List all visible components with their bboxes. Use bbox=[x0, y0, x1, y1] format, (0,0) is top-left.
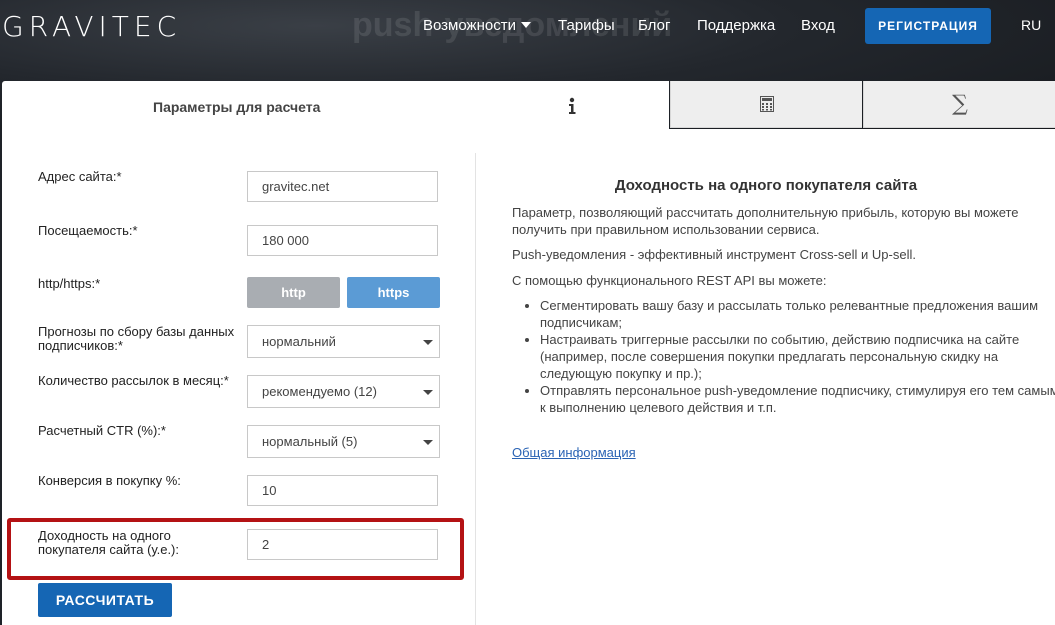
mailings-select[interactable]: рекомендуемо (12) bbox=[247, 375, 440, 408]
mailings-label: Количество рассылок в месяц:* bbox=[38, 373, 229, 388]
revenue-label: Доходность на одного покупателя сайта (у… bbox=[38, 528, 179, 557]
calculator-icon bbox=[759, 96, 774, 112]
info-title: Доходность на одного покупателя сайта bbox=[614, 177, 918, 194]
ctr-label: Расчетный CTR (%):* bbox=[38, 423, 166, 438]
tab-params-label: Параметры для расчета bbox=[153, 99, 321, 115]
https-button[interactable]: https bbox=[347, 277, 440, 308]
nav-features[interactable]: Возможности bbox=[423, 17, 531, 34]
panel-divider bbox=[475, 153, 476, 625]
protocol-label: http/https:* bbox=[38, 276, 101, 291]
mailings-select-value: рекомендуемо (12) bbox=[262, 384, 377, 399]
ctr-select[interactable]: нормальный (5) bbox=[247, 425, 440, 458]
site-input[interactable] bbox=[247, 171, 438, 202]
sigma-icon: ∑ bbox=[952, 91, 968, 117]
language-selector[interactable]: RU bbox=[1021, 17, 1041, 33]
general-info-link[interactable]: Общая информация bbox=[512, 445, 636, 460]
info-icon[interactable] bbox=[566, 96, 578, 116]
revenue-input[interactable] bbox=[247, 529, 438, 560]
header-hero: push-уведомлений GRAVITEC Возможности Та… bbox=[0, 0, 1055, 130]
conversion-label: Конверсия в покупку %: bbox=[38, 473, 181, 488]
nav-pricing[interactable]: Тарифы bbox=[558, 17, 615, 34]
forecast-select[interactable]: нормальний bbox=[247, 325, 440, 358]
nav-blog[interactable]: Блог bbox=[638, 17, 670, 34]
nav-support[interactable]: Поддержка bbox=[697, 17, 775, 34]
forecast-label: Прогнозы по сбору базы данных подписчико… bbox=[38, 324, 235, 353]
nav-features-label: Возможности bbox=[423, 17, 516, 34]
chevron-down-icon bbox=[423, 390, 433, 395]
list-item: Сегментировать вашу базу и рассылать тол… bbox=[540, 297, 1055, 331]
calculate-button[interactable]: РАССЧИТАТЬ bbox=[38, 583, 172, 617]
info-paragraph-2: Push-уведомления - эффективный инструмен… bbox=[512, 247, 916, 262]
nav-login[interactable]: Вход bbox=[801, 17, 835, 34]
tab-calculator[interactable] bbox=[670, 81, 862, 128]
forecast-select-value: нормальний bbox=[262, 334, 336, 349]
site-label: Адрес сайта:* bbox=[38, 169, 122, 184]
info-paragraph-3: С помощью функционального REST API вы мо… bbox=[512, 273, 827, 288]
list-item: Настраивать триггерные рассылки по событ… bbox=[540, 331, 1055, 382]
info-bullet-list: Сегментировать вашу базу и рассылать тол… bbox=[512, 297, 1055, 416]
chevron-down-icon bbox=[423, 340, 433, 345]
tab-sum[interactable]: ∑ bbox=[863, 81, 1055, 128]
chevron-down-icon bbox=[520, 22, 531, 28]
ctr-select-value: нормальный (5) bbox=[262, 434, 358, 449]
chevron-down-icon bbox=[423, 440, 433, 445]
tabs: Параметры для расчета ∑ bbox=[2, 81, 1055, 129]
calculator-panel: Адрес сайта:* Посещаемость:* http/https:… bbox=[2, 129, 1055, 625]
traffic-label: Посещаемость:* bbox=[38, 223, 138, 238]
info-paragraph-1: Параметр, позволяющий рассчитать дополни… bbox=[512, 205, 1019, 237]
http-button[interactable]: http bbox=[247, 277, 340, 308]
conversion-input[interactable] bbox=[247, 475, 438, 506]
list-item: Отправлять персональное push-уведомление… bbox=[540, 382, 1055, 416]
register-button[interactable]: РЕГИСТРАЦИЯ bbox=[865, 8, 991, 44]
traffic-input[interactable] bbox=[247, 225, 438, 256]
logo[interactable]: GRAVITEC bbox=[2, 10, 181, 43]
tab-params[interactable]: Параметры для расчета bbox=[2, 81, 669, 129]
